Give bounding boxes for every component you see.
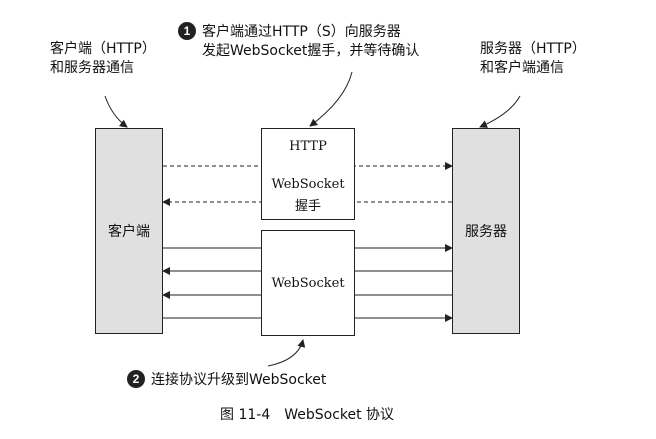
step2-text: 连接协议升级到WebSocket: [151, 372, 327, 388]
step1-badge: 1: [178, 22, 196, 40]
server-box: 服务器: [452, 128, 520, 334]
handshake-http-label: HTTP: [289, 139, 327, 154]
callout-arrow-server: [479, 95, 521, 128]
websocket-box: WebSocket: [261, 230, 355, 336]
callout-arrow-step2: [267, 339, 306, 367]
server-http-annotation: 服务器（HTTP） 和客户端通信: [480, 40, 586, 78]
handshake-websocket-label: WebSocket: [271, 177, 345, 192]
step1-line1: 客户端通过HTTP（S）向服务器: [202, 24, 401, 40]
client-http-annotation-line1: 客户端（HTTP）: [50, 41, 156, 57]
server-http-annotation-line1: 服务器（HTTP）: [480, 41, 586, 57]
client-http-annotation: 客户端（HTTP） 和服务器通信: [50, 40, 156, 78]
callout-arrow-client: [104, 95, 128, 128]
handshake-grip-label: 握手: [294, 199, 321, 214]
step2-annotation: 2 连接协议升级到WebSocket: [127, 370, 326, 390]
server-label: 服务器: [465, 224, 507, 240]
figure-caption: 图 11-4 WebSocket 协议: [220, 407, 395, 423]
client-box: 客户端: [95, 128, 163, 334]
step1-annotation: 1 客户端通过HTTP（S）向服务器 发起WebSocket握手，并等待确认: [178, 22, 419, 61]
handshake-box: HTTP WebSocket 握手: [261, 128, 355, 220]
websocket-label: WebSocket: [271, 275, 345, 291]
client-label: 客户端: [108, 224, 150, 240]
step2-badge: 2: [127, 370, 145, 388]
client-http-annotation-line2: 和服务器通信: [50, 60, 134, 76]
server-http-annotation-line2: 和客户端通信: [480, 60, 564, 76]
step1-line2: 发起WebSocket握手，并等待确认: [202, 43, 420, 59]
callout-arrow-step1: [309, 71, 353, 127]
